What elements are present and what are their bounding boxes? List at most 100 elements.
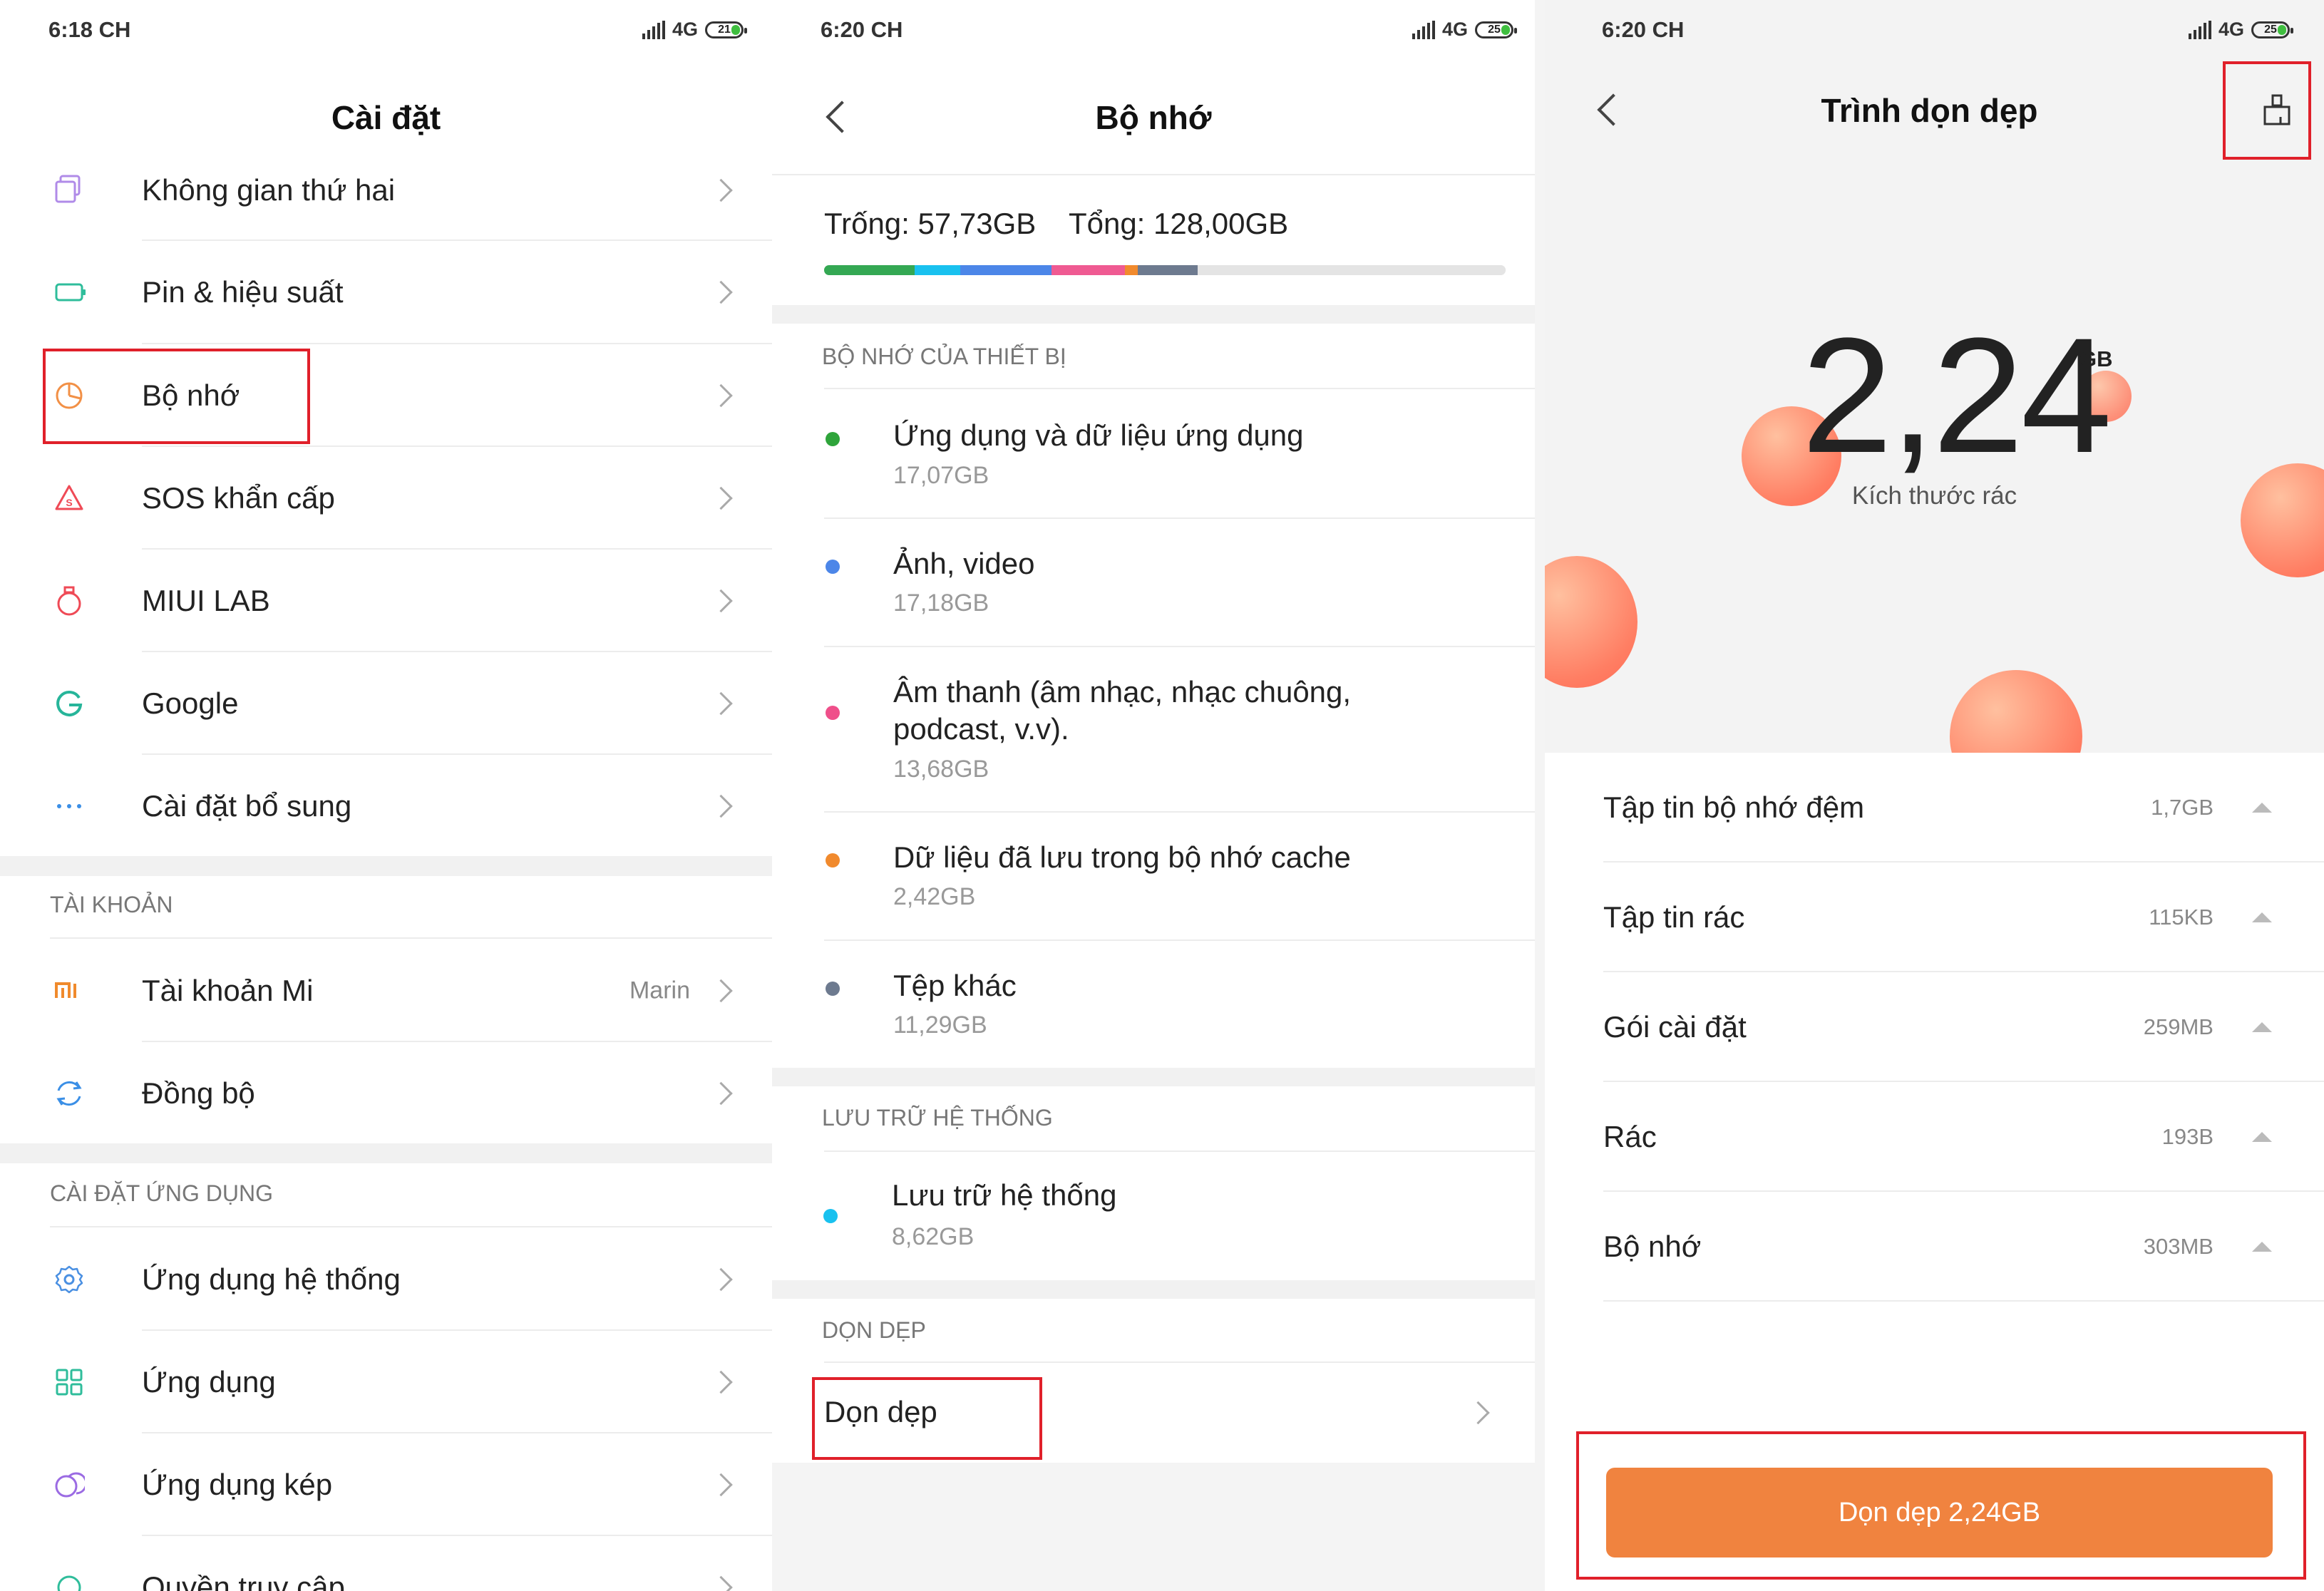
chevron-right-icon (709, 178, 733, 202)
storage-item-size: 17,18GB (893, 589, 989, 617)
free-space: Trống: 57,73GB (824, 207, 1037, 240)
permissions-icon (53, 1572, 85, 1591)
dual-apps-icon (53, 1469, 88, 1500)
sos-icon: S (53, 483, 85, 514)
section-gap (0, 856, 772, 876)
chevron-right-icon (709, 1473, 733, 1497)
page-title: Bộ nhớ (1095, 99, 1212, 136)
status-icons: 4G 21 (642, 19, 747, 41)
settings-item-label: Pin & hiệu suất (142, 275, 344, 309)
sync-icon (53, 1078, 85, 1109)
battery-icon: 25 (1475, 21, 1517, 38)
usage-bar-segment (960, 265, 1052, 275)
section-header-system: LƯU TRỮ HỆ THỐNG (822, 1105, 1053, 1131)
junk-size-unit: GB (2079, 346, 2113, 371)
chevron-right-icon (709, 1267, 733, 1292)
settings-item-google[interactable]: Google (0, 652, 772, 755)
usage-bar-segment (1052, 265, 1125, 275)
section-header-apps: CÀI ĐẶT ỨNG DỤNG (50, 1180, 273, 1206)
usage-bar-segment (824, 265, 915, 275)
expand-arrow-icon[interactable] (2252, 1022, 2272, 1032)
mi-logo-icon (53, 975, 85, 1006)
storage-item-size: 8,62GB (892, 1223, 975, 1250)
divider (772, 174, 1535, 175)
status-time: 6:18 CH (48, 17, 131, 42)
storage-item-other[interactable]: Tệp khác 11,29GB (772, 941, 1545, 1068)
junk-size-value: 2,24 (1801, 304, 2112, 487)
settings-item-label: Quyền truy cập (142, 1570, 345, 1591)
cleaner-item-size: 193B (2161, 1124, 2214, 1149)
section-gap (772, 1280, 1535, 1299)
status-icons: 4G 25 (1412, 19, 1517, 41)
expand-arrow-icon[interactable] (2252, 1242, 2272, 1252)
status-icons: 4G 25 (2188, 19, 2293, 41)
storage-item-name: Tệp khác (893, 969, 1017, 1002)
expand-arrow-icon[interactable] (2252, 912, 2272, 922)
storage-usage-bar (824, 265, 1506, 275)
storage-item-system[interactable]: Lưu trữ hệ thống 8,62GB (772, 1152, 1545, 1280)
usage-bar-segment (1124, 265, 1138, 275)
svg-text:S: S (66, 497, 72, 508)
settings-item-sos[interactable]: S SOS khẩn cấp (0, 447, 772, 550)
status-dot (826, 432, 840, 446)
settings-item-label: Đồng bộ (142, 1076, 255, 1110)
chevron-right-icon (709, 589, 733, 613)
network-label: 4G (672, 19, 698, 40)
highlight-box (812, 1377, 1042, 1460)
bubble-decoration (1545, 556, 1637, 688)
settings-item-additional[interactable]: Cài đặt bổ sung (0, 755, 772, 858)
status-time: 6:20 CH (821, 17, 903, 42)
status-bar: 6:18 CH 4G 21 (0, 17, 772, 46)
settings-item-label: Google (142, 686, 239, 720)
battery-icon: 21 (705, 21, 747, 38)
signal-icon (1412, 20, 1435, 39)
settings-item-permissions[interactable]: Quyền truy cập (0, 1536, 772, 1591)
status-time: 6:20 CH (1602, 17, 1685, 42)
storage-item-name-line2: podcast, v.v). (893, 712, 1069, 746)
cleaner-item-memory[interactable]: Bộ nhớ 303MB (1545, 1192, 2324, 1302)
storage-item-photos[interactable]: Ảnh, video 17,18GB (772, 519, 1545, 646)
storage-item-audio[interactable]: Âm thanh (âm nhạc, nhạc chuông, podcast,… (772, 647, 1545, 811)
settings-item-label: Tài khoản Mi (142, 974, 314, 1007)
storage-item-apps[interactable]: Ứng dụng và dữ liệu ứng dụng 17,07GB (772, 389, 1545, 518)
section-gap (772, 1068, 1535, 1086)
status-bar: 6:20 CH 4G 25 (772, 17, 1545, 46)
settings-item-label: Không gian thứ hai (142, 173, 396, 207)
flask-icon (53, 585, 85, 617)
storage-item-name: Âm thanh (âm nhạc, nhạc chuông, (893, 675, 1352, 709)
cleaner-screen: 6:20 CH 4G 25 Trình dọn dẹp 2,24 GB Kích… (1545, 0, 2324, 1591)
more-dots-icon (53, 791, 85, 822)
settings-item-second-space[interactable]: Không gian thứ hai (0, 139, 772, 242)
chevron-right-icon (709, 979, 733, 1003)
network-label: 4G (1441, 19, 1468, 40)
cleaner-item-trash[interactable]: Rác 193B (1545, 1082, 2324, 1192)
chevron-right-icon (709, 1081, 733, 1106)
settings-item-mi-account[interactable]: Tài khoản Mi Marin (0, 939, 772, 1042)
cleaner-item-packages[interactable]: Gói cài đặt 259MB (1545, 972, 2324, 1082)
settings-item-dual-apps[interactable]: Ứng dụng kép (0, 1433, 772, 1536)
settings-item-miui-lab[interactable]: MIUI LAB (0, 550, 772, 652)
expand-arrow-icon[interactable] (2252, 803, 2272, 813)
cleaner-item-cache[interactable]: Tập tin bộ nhớ đệm 1,7GB (1545, 753, 2324, 863)
cleaner-item-size: 1,7GB (2151, 795, 2214, 820)
cleaner-item-junk-files[interactable]: Tập tin rác 115KB (1545, 863, 2324, 972)
settings-item-system-apps[interactable]: Ứng dụng hệ thống (0, 1228, 772, 1331)
chevron-right-icon (1466, 1401, 1490, 1425)
cleaner-item-name: Bộ nhớ (1603, 1230, 1702, 1263)
signal-icon (642, 20, 665, 39)
settings-item-apps[interactable]: Ứng dụng (0, 1331, 772, 1433)
page-title: Cài đặt (331, 99, 441, 136)
cleaner-item-size: 303MB (2143, 1234, 2214, 1259)
storage-item-cache[interactable]: Dữ liệu đã lưu trong bộ nhớ cache 2,42GB (772, 813, 1545, 939)
expand-arrow-icon[interactable] (2252, 1132, 2272, 1142)
storage-item-size: 2,42GB (893, 883, 976, 910)
status-dot (826, 853, 840, 867)
storage-item-name: Dữ liệu đã lưu trong bộ nhớ cache (893, 840, 1351, 874)
storage-item-size: 11,29GB (893, 1011, 987, 1039)
settings-item-label: Cài đặt bổ sung (142, 789, 352, 823)
status-dot (826, 560, 840, 574)
storage-item-name: Ảnh, video (893, 547, 1035, 580)
settings-item-battery[interactable]: Pin & hiệu suất (0, 241, 772, 344)
cleaner-item-name: Tập tin bộ nhớ đệm (1603, 791, 1865, 824)
settings-item-sync[interactable]: Đồng bộ (0, 1042, 772, 1145)
